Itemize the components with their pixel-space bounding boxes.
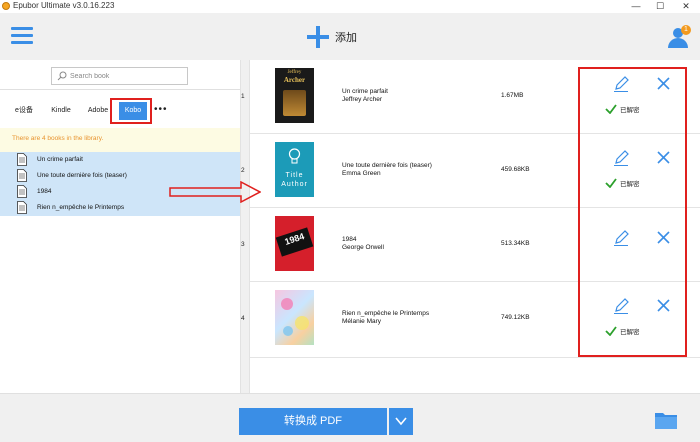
row-index: 1 — [241, 93, 245, 100]
row-index: 4 — [241, 315, 245, 322]
library-panel: e设备 Kindle Adobe Kobo ••• There are 4 bo… — [0, 60, 240, 393]
cover-text: Title — [285, 172, 304, 179]
search-icon — [57, 71, 67, 81]
book-title: Rien n_empêche le Printemps — [342, 310, 430, 317]
book-size: 459.68KB — [501, 166, 530, 173]
chevron-down-icon — [395, 417, 407, 426]
book-size: 1.67MB — [501, 92, 524, 99]
add-label: 添加 — [335, 32, 357, 44]
menu-icon[interactable] — [11, 27, 33, 45]
red-arrow-annotation — [169, 181, 261, 203]
plus-icon — [307, 26, 329, 48]
cover-text: Archer — [283, 76, 306, 84]
list-item-title: 1984 — [37, 188, 52, 195]
lightbulb-icon — [288, 148, 301, 164]
notification-badge: 1 — [681, 25, 691, 35]
bottom-bar: 转换成 PDF — [0, 393, 700, 442]
row-index: 3 — [241, 241, 245, 248]
row-index: 2 — [241, 167, 245, 174]
book-title: 1984 — [342, 236, 357, 243]
folder-icon[interactable] — [654, 410, 678, 430]
actions-highlight-box — [578, 67, 687, 357]
book-cover-image — [275, 290, 314, 345]
minimize-icon[interactable]: — — [624, 0, 648, 13]
list-item[interactable]: Un crime parfait — [17, 152, 237, 168]
book-author: George Orwell — [342, 244, 384, 251]
close-window-icon[interactable]: ✕ — [674, 0, 698, 13]
book-author: Mélanie Mary — [342, 318, 382, 325]
search-input[interactable] — [70, 69, 182, 83]
document-icon — [17, 153, 27, 166]
book-size: 749.12KB — [501, 314, 530, 321]
toolbar: 添加 1 — [0, 13, 700, 60]
cover-text: Jeffrey — [287, 70, 302, 75]
divider — [0, 89, 240, 90]
book-author: Emma Green — [342, 170, 381, 177]
document-icon — [17, 201, 27, 214]
format-dropdown-button[interactable] — [389, 408, 413, 435]
library-info-bar: There are 4 books in the library. — [0, 128, 240, 152]
tab-adobe[interactable]: Adobe — [84, 102, 112, 120]
search-box[interactable] — [51, 67, 188, 85]
window-title: Epubor Ultimate v3.0.16.223 — [13, 1, 115, 10]
tab-kindle[interactable]: Kindle — [46, 102, 76, 120]
document-icon — [17, 185, 27, 198]
kobo-tab-highlight-box — [110, 98, 152, 124]
user-account-button[interactable]: 1 — [666, 25, 691, 49]
list-item-title: Un crime parfait — [37, 156, 83, 163]
app-window: Epubor Ultimate v3.0.16.223 — ☐ ✕ 添加 1 S… — [0, 0, 700, 442]
panel-splitter[interactable] — [240, 60, 250, 393]
convert-button[interactable]: 转换成 PDF — [239, 408, 387, 435]
more-tabs-button[interactable]: ••• — [154, 104, 168, 115]
book-cover-image: Title Author — [275, 142, 314, 197]
book-cover-image: 1984 — [275, 216, 314, 271]
maximize-icon[interactable]: ☐ — [648, 0, 672, 13]
book-size: 513.34KB — [501, 240, 530, 247]
list-item-title: Rien n_empêche le Printemps — [37, 204, 125, 211]
app-logo-icon — [2, 2, 10, 10]
book-cover-image: Jeffrey Archer — [275, 68, 314, 123]
cover-text: Author — [281, 181, 308, 188]
list-item-title: Une toute dernière fois (teaser) — [37, 172, 127, 179]
book-title: Une toute dernière fois (teaser) — [342, 162, 432, 169]
tab-e-device[interactable]: e设备 — [10, 102, 38, 120]
library-count-text: There are 4 books in the library. — [12, 135, 104, 142]
book-author: Jeffrey Archer — [342, 96, 382, 103]
title-bar: Epubor Ultimate v3.0.16.223 — ☐ ✕ — [0, 0, 700, 13]
book-title: Un crime parfait — [342, 88, 388, 95]
document-icon — [17, 169, 27, 182]
add-book-button[interactable]: 添加 — [307, 23, 357, 51]
device-tabs: e设备 Kindle Adobe Kobo ••• — [0, 98, 240, 124]
